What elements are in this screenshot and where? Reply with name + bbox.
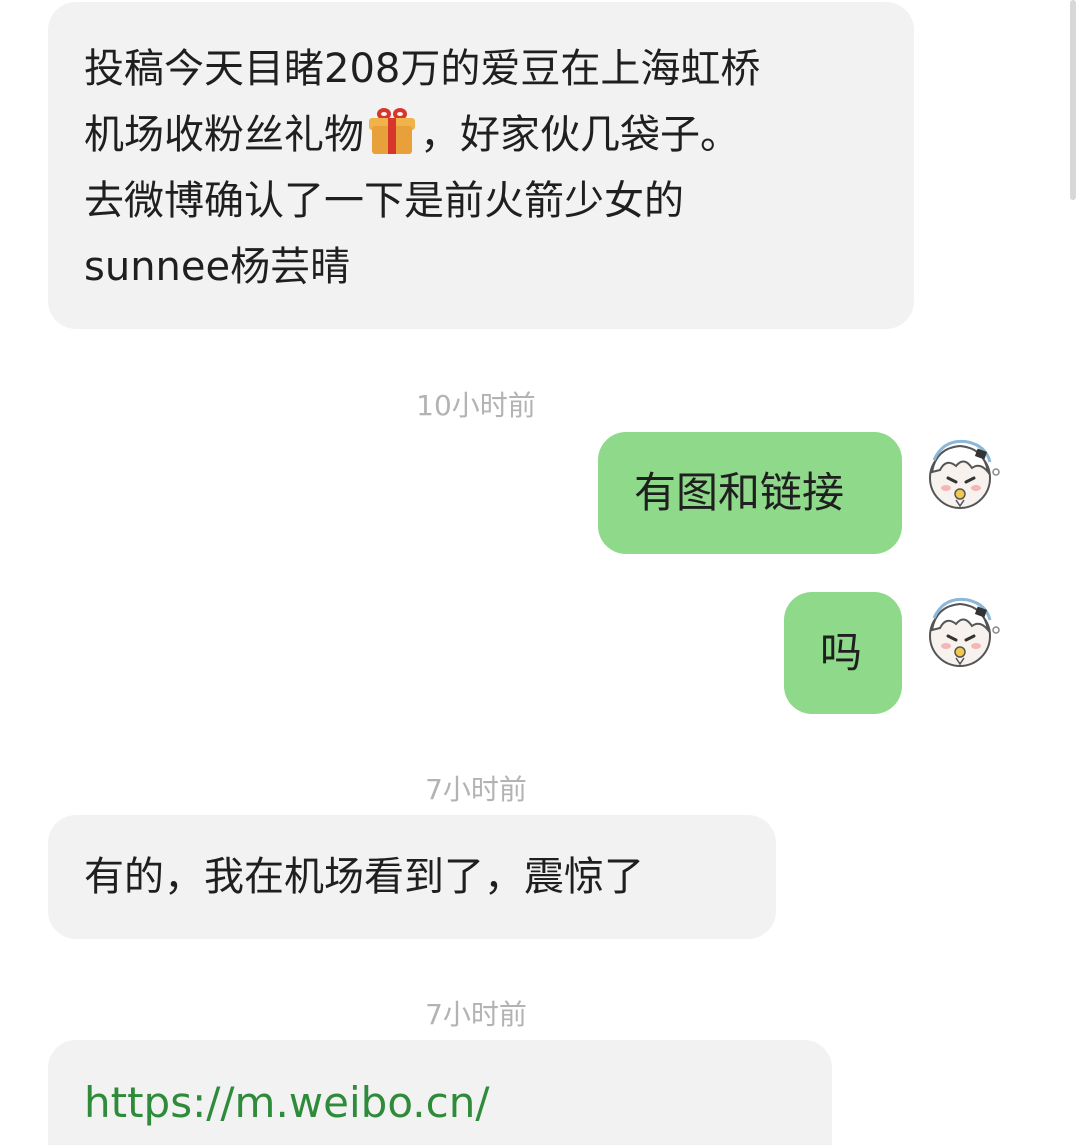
message-text: 有的，我在机场看到了，震惊了	[84, 854, 644, 900]
weibo-link[interactable]: https://m.weibo.cn/	[84, 1078, 490, 1127]
message-bubble-incoming[interactable]: 有的，我在机场看到了，震惊了	[48, 815, 776, 939]
message-text: 有图和链接	[634, 468, 845, 517]
gift-icon	[368, 108, 416, 156]
message-bubble-incoming[interactable]: https://m.weibo.cn/	[48, 1040, 832, 1145]
chat-view: 投稿今天目睹208万的爱豆在上海虹桥 机场收粉丝礼物 ，好家伙几袋子。 去微博确认…	[0, 0, 1080, 1145]
avatar-sheep-icon[interactable]	[918, 432, 1002, 516]
message-line: 去微博确认了一下是前火箭少女的	[84, 178, 684, 224]
message-bubble-outgoing[interactable]: 有图和链接	[598, 432, 902, 554]
message-line: 投稿今天目睹208万的爱豆在上海虹桥	[84, 46, 761, 92]
timestamp: 7小时前	[425, 773, 527, 806]
timestamp: 7小时前	[425, 998, 527, 1031]
message-line-part: ，好家伙几袋子。	[420, 112, 740, 158]
scrollbar[interactable]	[1070, 0, 1076, 200]
message-line-with-emoji: 机场收粉丝礼物 ，好家伙几袋子。	[84, 102, 878, 168]
message-text: 吗	[820, 628, 863, 677]
message-bubble-incoming[interactable]: 投稿今天目睹208万的爱豆在上海虹桥 机场收粉丝礼物 ，好家伙几袋子。 去微博确认…	[48, 2, 914, 329]
timestamp: 10小时前	[416, 389, 536, 422]
avatar-sheep-icon[interactable]	[918, 590, 1002, 674]
message-line-part: 机场收粉丝礼物	[84, 112, 364, 158]
message-bubble-outgoing[interactable]: 吗	[784, 592, 902, 714]
message-line: sunnee杨芸晴	[84, 244, 351, 290]
